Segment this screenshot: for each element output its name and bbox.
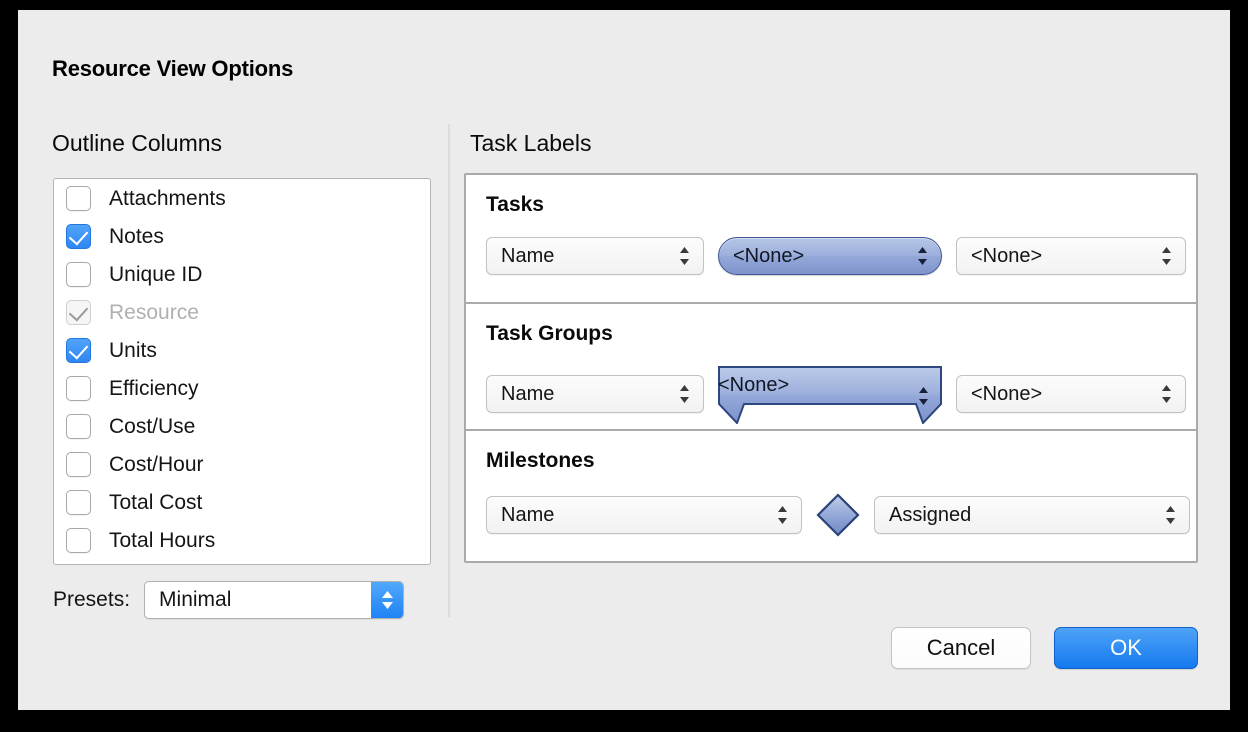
list-item: Resource: [54, 293, 430, 331]
milestones-right-value: Assigned: [889, 503, 972, 526]
check-icon: [68, 339, 89, 359]
tasks-center-value: <None>: [733, 244, 805, 267]
section-title: Tasks: [486, 193, 544, 216]
groups-right-popup[interactable]: <None>: [956, 375, 1186, 413]
checkbox-attachments[interactable]: [66, 185, 91, 211]
presets-row: Presets: Minimal: [53, 581, 405, 619]
tasks-center-popup-task-bar[interactable]: <None>: [718, 237, 942, 275]
task-labels-heading: Task Labels: [470, 130, 592, 156]
section-controls: Name <None> <None>: [486, 237, 1186, 275]
list-item-label: Efficiency: [109, 376, 199, 400]
list-item-label: Cost/Hour: [109, 452, 204, 476]
checkbox-resource: [66, 299, 91, 325]
chevron-up-down-icon: [1162, 247, 1171, 265]
check-icon: [68, 225, 89, 245]
checkbox-notes[interactable]: [66, 223, 91, 249]
milestones-left-value: Name: [501, 503, 555, 526]
list-item-label: Cost/Use: [109, 414, 196, 438]
milestones-left-popup[interactable]: Name: [486, 496, 802, 534]
chevron-up-down-icon: [1162, 385, 1171, 403]
list-item-label: Units: [109, 338, 157, 362]
groups-left-popup[interactable]: Name: [486, 375, 704, 413]
list-item[interactable]: Attachments: [54, 179, 430, 217]
chevron-up-down-icon: [919, 387, 928, 405]
section-controls: Name: [486, 493, 1190, 537]
list-item[interactable]: Notes: [54, 217, 430, 255]
list-item-label: Resource: [109, 300, 199, 324]
list-item[interactable]: Unique ID: [54, 255, 430, 293]
chevron-up-down-icon: [1166, 506, 1175, 524]
checkbox-efficiency[interactable]: [66, 375, 91, 401]
presets-value: Minimal: [159, 588, 232, 611]
list-item-label: Unique ID: [109, 262, 203, 286]
checkbox-cost-per-use[interactable]: [66, 413, 91, 439]
chevron-up-down-icon: [778, 506, 787, 524]
tasks-right-value: <None>: [971, 244, 1043, 267]
list-item[interactable]: Cost/Use: [54, 407, 430, 445]
chevron-up-down-icon: [918, 247, 927, 265]
chevron-up-down-glyph: [381, 591, 393, 609]
presets-label: Presets:: [53, 588, 131, 611]
tasks-right-popup[interactable]: <None>: [956, 237, 1186, 275]
task-labels-section-task-groups: Task Groups Name <None> <None>: [466, 302, 1196, 429]
tasks-left-popup[interactable]: Name: [486, 237, 704, 275]
list-item-label: Attachments: [109, 186, 226, 210]
section-title: Milestones: [486, 449, 595, 472]
groups-right-value: <None>: [971, 382, 1043, 405]
presets-combobox[interactable]: Minimal: [144, 581, 405, 619]
page-title: Resource View Options: [52, 56, 294, 81]
list-item[interactable]: Units: [54, 331, 430, 369]
section-controls: Name: [486, 366, 1186, 424]
chevron-up-down-icon[interactable]: [371, 582, 404, 618]
milestone-diamond-icon: [816, 493, 860, 537]
chevron-up-down-icon: [680, 247, 689, 265]
list-item[interactable]: Cost/Hour: [54, 445, 430, 483]
checkbox-total-hours[interactable]: [66, 527, 91, 553]
list-item-label: Total Cost: [109, 490, 203, 514]
task-labels-panel: Tasks Name <None> <None> Task Groups Nam…: [464, 173, 1198, 563]
outline-columns-heading: Outline Columns: [52, 130, 223, 156]
checkbox-unique-id[interactable]: [66, 261, 91, 287]
checkbox-cost-per-hour[interactable]: [66, 451, 91, 477]
resource-view-options-dialog: Resource View Options Outline Columns At…: [18, 10, 1230, 710]
list-item[interactable]: Efficiency: [54, 369, 430, 407]
list-item[interactable]: Total Cost: [54, 483, 430, 521]
checkbox-total-cost[interactable]: [66, 489, 91, 515]
outline-columns-list[interactable]: Attachments Notes Unique ID Resource Uni…: [53, 178, 431, 565]
tasks-left-value: Name: [501, 244, 555, 267]
milestones-right-popup[interactable]: Assigned: [874, 496, 1190, 534]
list-item-label: Total Hours: [109, 528, 216, 552]
task-labels-section-milestones: Milestones Name Assigned: [466, 429, 1196, 561]
groups-center-value: <None>: [718, 374, 790, 396]
list-item-label: Notes: [109, 224, 164, 248]
groups-center-popup-summary-bar[interactable]: <None>: [718, 366, 942, 424]
ok-button[interactable]: OK: [1054, 627, 1198, 669]
task-labels-section-tasks: Tasks Name <None> <None>: [466, 175, 1196, 302]
checkbox-units[interactable]: [66, 337, 91, 363]
check-icon: [68, 301, 89, 321]
section-title: Task Groups: [486, 322, 613, 345]
chevron-up-down-icon: [680, 385, 689, 403]
list-item[interactable]: Total Hours: [54, 521, 430, 559]
cancel-button[interactable]: Cancel: [891, 627, 1031, 669]
column-divider: [448, 124, 450, 617]
groups-left-value: Name: [501, 382, 555, 405]
